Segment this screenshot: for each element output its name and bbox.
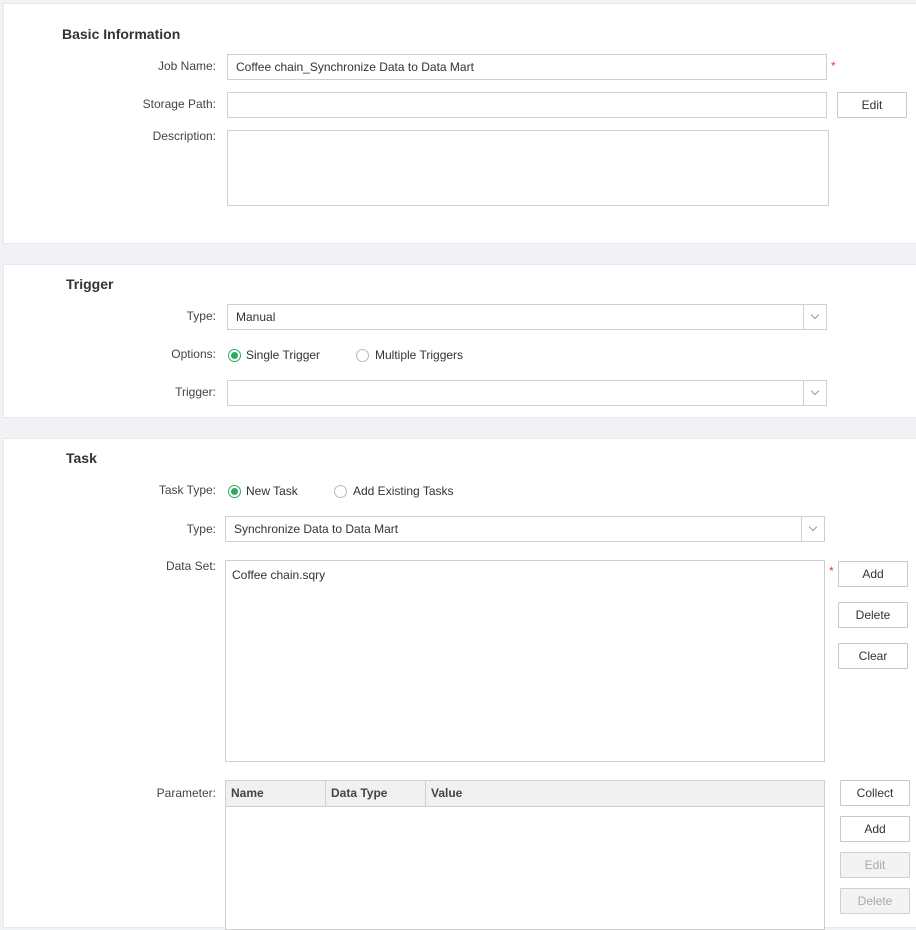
single-trigger-radio[interactable] (228, 349, 241, 362)
job-name-required-mark: * (831, 59, 836, 73)
data-set-required-mark: * (829, 564, 834, 578)
task-type-select-label: Type: (186, 522, 216, 536)
new-task-radio[interactable] (228, 485, 241, 498)
parameter-add-button[interactable]: Add (840, 816, 910, 842)
parameter-collect-button[interactable]: Collect (840, 780, 910, 806)
trigger-title: Trigger (66, 276, 114, 292)
task-type-select[interactable]: Synchronize Data to Data Mart (225, 516, 825, 542)
multiple-triggers-radio[interactable] (356, 349, 369, 362)
trigger-type-select[interactable]: Manual (227, 304, 827, 330)
chevron-down-icon[interactable] (801, 517, 824, 541)
parameter-delete-button[interactable]: Delete (840, 888, 910, 914)
parameter-table-header: Name Data Type Value (226, 781, 824, 807)
chevron-down-icon[interactable] (803, 305, 826, 329)
job-name-label: Job Name: (157, 59, 216, 73)
add-existing-tasks-radio[interactable] (334, 485, 347, 498)
trigger-type-value: Manual (236, 310, 276, 324)
task-title: Task (66, 450, 97, 466)
column-header-value[interactable]: Value (426, 781, 824, 806)
data-set-add-button[interactable]: Add (838, 561, 908, 587)
add-existing-tasks-label[interactable]: Add Existing Tasks (353, 484, 454, 498)
new-task-label[interactable]: New Task (246, 484, 298, 498)
job-name-input[interactable]: Coffee chain_Synchronize Data to Data Ma… (227, 54, 827, 80)
basic-information-title: Basic Information (62, 26, 181, 42)
storage-path-edit-button[interactable]: Edit (837, 92, 907, 118)
parameter-edit-button[interactable]: Edit (840, 852, 910, 878)
storage-path-label: Storage Path: (142, 97, 216, 111)
multiple-triggers-label[interactable]: Multiple Triggers (375, 348, 463, 362)
data-set-list[interactable]: Coffee chain.sqry (225, 560, 825, 762)
trigger-label: Trigger: (175, 385, 216, 399)
options-label: Options: (171, 347, 216, 361)
trigger-select[interactable] (227, 380, 827, 406)
parameter-table[interactable]: Name Data Type Value (225, 780, 825, 930)
description-label: Description: (152, 129, 216, 143)
chevron-down-icon[interactable] (803, 381, 826, 405)
task-type-value: Synchronize Data to Data Mart (234, 522, 399, 536)
column-header-data-type[interactable]: Data Type (326, 781, 426, 806)
storage-path-input[interactable] (227, 92, 827, 118)
data-set-label: Data Set: (165, 559, 216, 573)
task-type-label: Task Type: (158, 483, 216, 497)
data-set-delete-button[interactable]: Delete (838, 602, 908, 628)
single-trigger-label[interactable]: Single Trigger (246, 348, 320, 362)
parameter-label: Parameter: (156, 786, 216, 800)
description-textarea[interactable] (227, 130, 829, 206)
trigger-type-label: Type: (186, 309, 216, 323)
column-header-name[interactable]: Name (226, 781, 326, 806)
list-item[interactable]: Coffee chain.sqry (232, 568, 325, 582)
data-set-clear-button[interactable]: Clear (838, 643, 908, 669)
